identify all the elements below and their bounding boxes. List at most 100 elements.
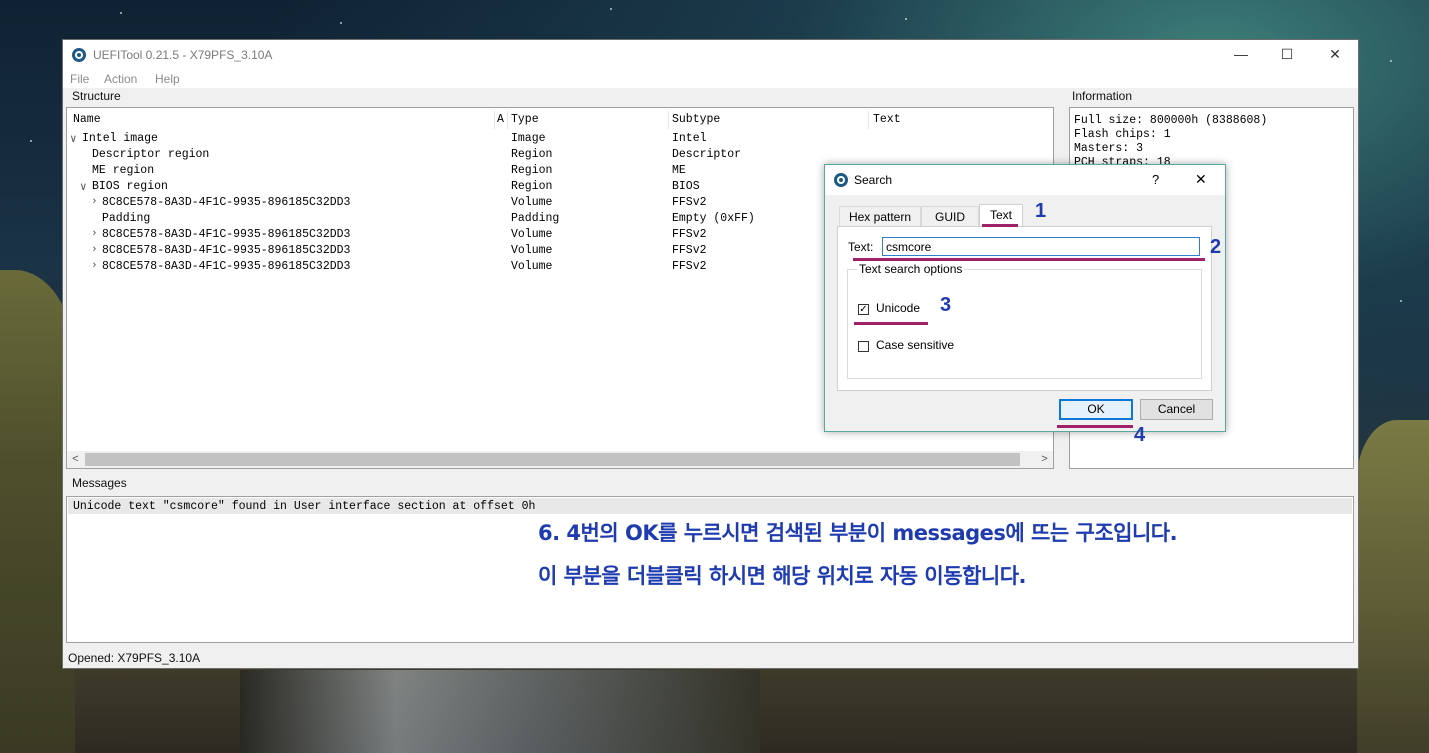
column-action[interactable]: A: [497, 113, 504, 126]
case-sensitive-checkbox[interactable]: [858, 341, 869, 352]
row-name: Padding: [102, 212, 151, 225]
row-subtype: Intel: [672, 132, 707, 145]
scroll-thumb[interactable]: [85, 453, 1020, 466]
row-name: 8C8CE578-8A3D-4F1C-9935-896185C32DD3: [102, 244, 351, 257]
close-button[interactable]: ✕: [1312, 40, 1358, 70]
tree-row[interactable]: Descriptor region Region Descriptor: [67, 148, 1047, 164]
row-type: Region: [511, 180, 553, 193]
case-sensitive-label[interactable]: Case sensitive: [876, 338, 954, 352]
info-line: Full size: 800000h (8388608): [1074, 114, 1268, 127]
column-separator[interactable]: [494, 111, 495, 129]
annotation-underline: [854, 322, 928, 325]
row-subtype: BIOS: [672, 180, 700, 193]
annotation-number: 3: [940, 294, 952, 316]
messages-label: Messages: [72, 476, 127, 490]
row-type: Volume: [511, 244, 553, 257]
expand-chevron-icon[interactable]: ∨: [70, 132, 77, 146]
annotation-number: 2: [1210, 236, 1222, 258]
tree-row[interactable]: ∨ Intel image Image Intel: [67, 132, 1047, 148]
tab-hex-pattern[interactable]: Hex pattern: [839, 206, 921, 226]
dialog-title-bar[interactable]: Search ? ✕: [825, 165, 1225, 195]
menu-help[interactable]: Help: [155, 72, 180, 86]
tree-header: Name A Type Subtype Text: [67, 108, 1053, 130]
search-text-input[interactable]: [882, 237, 1200, 256]
message-row[interactable]: Unicode text "csmcore" found in User int…: [68, 498, 1352, 514]
background-waterfall: [240, 670, 760, 753]
ok-button[interactable]: OK: [1059, 399, 1133, 420]
tab-guid[interactable]: GUID: [921, 206, 979, 226]
background-star: [905, 18, 907, 20]
column-subtype[interactable]: Subtype: [672, 113, 720, 126]
maximize-button[interactable]: ☐: [1264, 40, 1310, 70]
background-star: [340, 22, 342, 24]
horizontal-scrollbar[interactable]: < >: [67, 451, 1053, 468]
text-tab-panel: Text: Text search options ✓ Unicode Case…: [837, 226, 1212, 391]
expand-chevron-icon[interactable]: ∨: [80, 180, 87, 194]
menu-bar: File Action Help: [63, 70, 1358, 88]
text-search-options-label: Text search options: [857, 262, 965, 276]
column-name[interactable]: Name: [73, 113, 101, 126]
row-type: Region: [511, 164, 553, 177]
scroll-left-icon[interactable]: <: [67, 451, 84, 468]
unicode-label[interactable]: Unicode: [876, 301, 920, 315]
message-text: Unicode text "csmcore" found in User int…: [73, 500, 536, 513]
column-separator[interactable]: [668, 111, 669, 129]
status-bar-text: Opened: X79PFS_3.10A: [68, 651, 201, 665]
title-bar[interactable]: UEFITool 0.21.5 - X79PFS_3.10A — ☐ ✕: [63, 40, 1358, 70]
info-line: Masters: 3: [1074, 142, 1144, 155]
collapsed-chevron-icon[interactable]: ›: [91, 260, 98, 272]
menu-file[interactable]: File: [70, 72, 89, 86]
annotation-number: 1: [1035, 200, 1047, 222]
row-type: Region: [511, 148, 553, 161]
row-subtype: Descriptor: [672, 148, 742, 161]
row-name: 8C8CE578-8A3D-4F1C-9935-896185C32DD3: [102, 260, 351, 273]
annotation-underline: [853, 258, 1205, 261]
row-name: Descriptor region: [92, 148, 210, 161]
background-star: [1400, 300, 1402, 302]
background-star: [30, 140, 32, 142]
row-type: Padding: [511, 212, 560, 225]
row-type: Volume: [511, 228, 553, 241]
dialog-title: Search: [854, 173, 893, 187]
information-text: Full size: 800000h (8388608) Flash chips…: [1074, 114, 1267, 170]
row-name: Intel image: [82, 132, 158, 145]
column-separator[interactable]: [507, 111, 508, 129]
info-line: Flash chips: 1: [1074, 128, 1171, 141]
annotation-note-line-1: 6. 4번의 OK를 누르시면 검색된 부분이 messages에 뜨는 구조입…: [538, 521, 1178, 545]
structure-label: Structure: [72, 89, 121, 103]
column-separator[interactable]: [868, 111, 869, 129]
annotation-note-line-2: 이 부분을 더블클릭 하시면 해당 위치로 자동 이동합니다.: [538, 564, 1027, 588]
annotation-underline: [1057, 425, 1133, 428]
menu-action[interactable]: Action: [104, 72, 137, 86]
scroll-right-icon[interactable]: >: [1036, 451, 1053, 468]
dialog-close-button[interactable]: ✕: [1195, 171, 1207, 188]
row-name: 8C8CE578-8A3D-4F1C-9935-896185C32DD3: [102, 196, 351, 209]
app-gear-icon: [72, 48, 86, 62]
background-star: [120, 12, 122, 14]
help-button[interactable]: ?: [1152, 172, 1159, 187]
row-name: ME region: [92, 164, 155, 177]
row-subtype: FFSv2: [672, 228, 707, 241]
app-gear-icon: [834, 173, 848, 187]
collapsed-chevron-icon[interactable]: ›: [91, 244, 98, 256]
column-text[interactable]: Text: [873, 113, 901, 126]
background-star: [1390, 60, 1392, 62]
background-hill-right: [1357, 420, 1429, 753]
row-name: BIOS region: [92, 180, 168, 193]
cancel-button[interactable]: Cancel: [1140, 399, 1213, 420]
row-type: Volume: [511, 260, 553, 273]
minimize-button[interactable]: —: [1218, 40, 1264, 70]
unicode-checkbox[interactable]: ✓: [858, 304, 869, 315]
column-type[interactable]: Type: [511, 113, 539, 126]
collapsed-chevron-icon[interactable]: ›: [91, 228, 98, 240]
row-subtype: FFSv2: [672, 260, 707, 273]
row-type: Volume: [511, 196, 553, 209]
background-star: [610, 8, 612, 10]
row-subtype: FFSv2: [672, 244, 707, 257]
annotation-number: 4: [1134, 424, 1146, 446]
row-subtype: Empty (0xFF): [672, 212, 755, 225]
collapsed-chevron-icon[interactable]: ›: [91, 196, 98, 208]
window-title: UEFITool 0.21.5 - X79PFS_3.10A: [93, 48, 273, 62]
search-dialog: Search ? ✕ Hex pattern GUID Text Text: T…: [824, 164, 1226, 432]
text-field-label: Text:: [848, 240, 874, 254]
